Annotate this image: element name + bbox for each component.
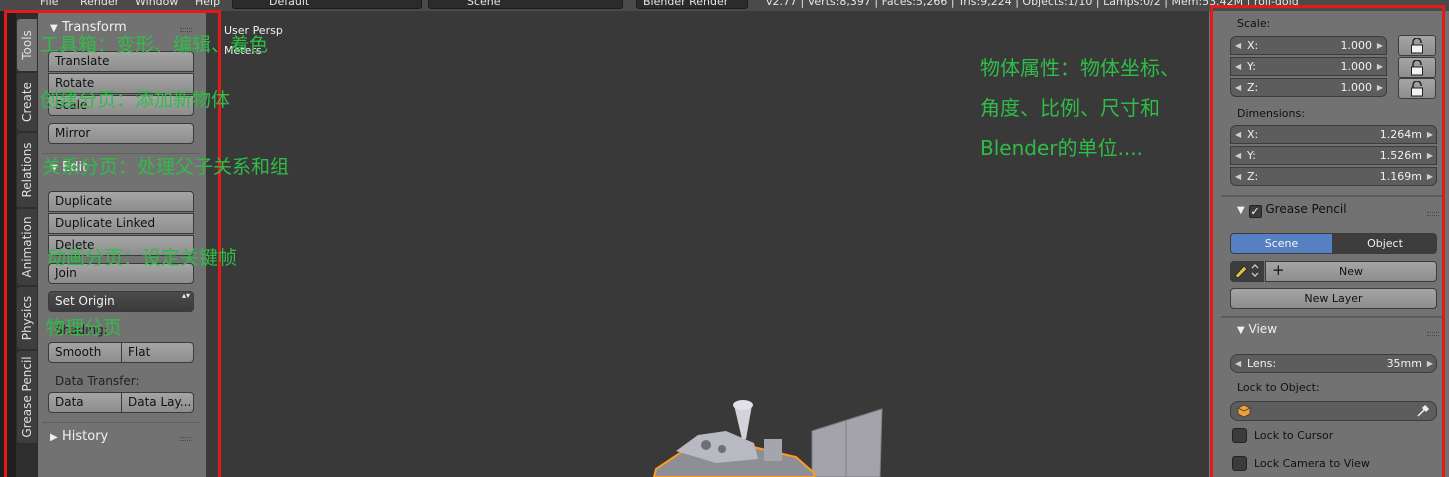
scene-value: Scene xyxy=(467,0,501,8)
annotation-tools: 工具箱：变形、编辑、着色 xyxy=(40,34,269,56)
menu-help[interactable]: Help xyxy=(195,0,220,8)
menu-file[interactable]: File xyxy=(40,0,58,8)
screen-layout-value: Default xyxy=(269,0,310,8)
annotation-properties-line1: 物体属性：物体坐标、 xyxy=(980,56,1180,80)
render-engine-value: Blender Render xyxy=(643,0,729,8)
toolshelf-highlight-frame xyxy=(4,10,221,477)
annotation-physics: 物理分页 xyxy=(46,317,123,339)
model-mesh[interactable] xyxy=(646,391,896,477)
annotation-animation: 动画分页：设定关键帧 xyxy=(47,247,238,269)
render-engine-selector[interactable]: Blender Render xyxy=(636,0,748,9)
blender-window: File Render Window Help Default Scene Bl… xyxy=(0,0,1449,477)
annotation-relations: 关系分页：处理父子关系和组 xyxy=(42,156,290,178)
scene-selector[interactable]: Scene xyxy=(428,0,623,9)
screen-layout-selector[interactable]: Default xyxy=(232,0,422,9)
menu-render[interactable]: Render xyxy=(80,0,119,8)
properties-highlight-frame xyxy=(1210,5,1445,477)
annotation-properties-line3: Blender的单位.... xyxy=(980,136,1143,160)
annotation-properties-line2: 角度、比例、尺寸和 xyxy=(980,96,1160,120)
annotation-properties: 物体属性：物体坐标、 角度、比例、尺寸和 Blender的单位.... xyxy=(980,48,1180,168)
menu-window[interactable]: Window xyxy=(135,0,178,8)
annotation-create: 创建分页：添加新物体 xyxy=(40,89,231,111)
